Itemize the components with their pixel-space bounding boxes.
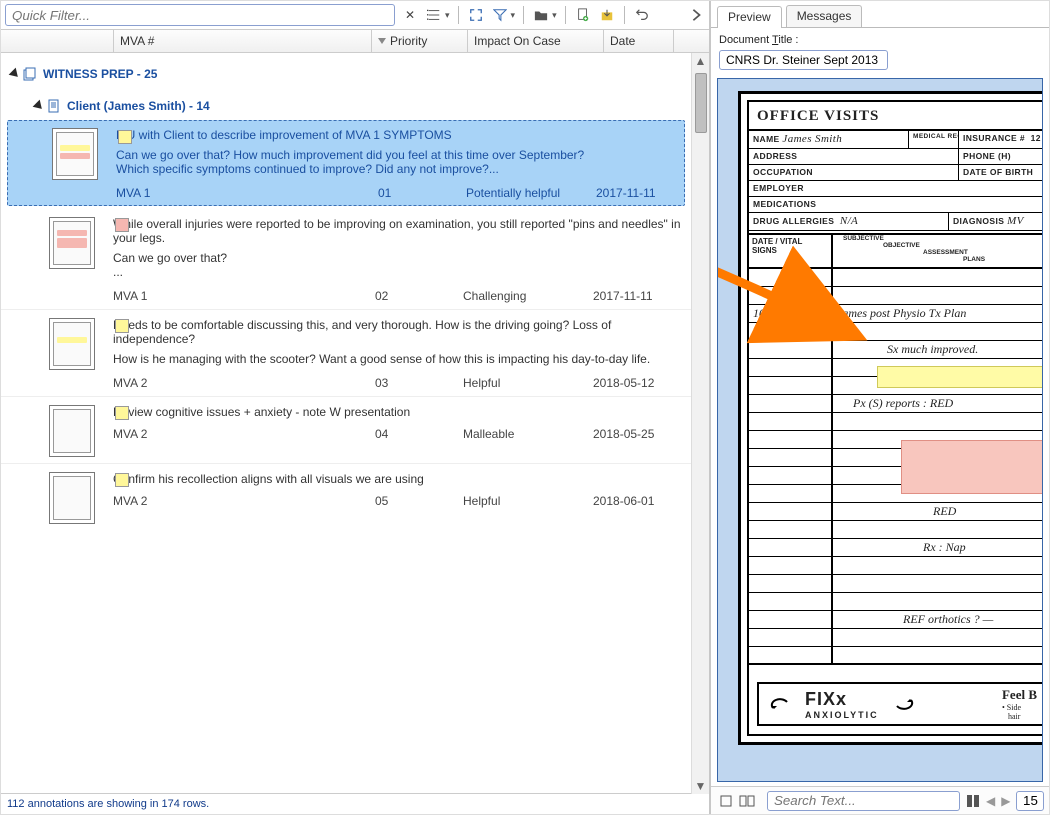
annotation-list: WITNESS PREP - 25 Client (James Smith) -… <box>1 53 709 794</box>
flag-icon[interactable] <box>115 406 129 420</box>
col-priority[interactable]: Priority <box>372 30 468 52</box>
annotation-body: How is he managing with the scooter? Wan… <box>113 352 681 366</box>
annotation-body: Can we go over that? ... <box>113 251 681 279</box>
dropdown-caret-icon[interactable]: ▾ <box>511 10 516 21</box>
preview-viewport[interactable]: OFFICE VISITS NAME James Smith MEDICAL R… <box>717 78 1043 782</box>
highlight-yellow <box>877 366 1043 388</box>
annotation-title: While overall injuries were reported to … <box>113 217 681 245</box>
doc-title-input[interactable] <box>719 50 888 70</box>
page-thumbnail[interactable] <box>49 472 95 524</box>
status-bar: 112 annotations are showing in 174 rows. <box>1 794 709 814</box>
page-thumbnail[interactable] <box>52 128 98 180</box>
dropdown-caret-icon[interactable]: ▾ <box>445 10 450 21</box>
annotation-row[interactable]: Needs to be comfortable discussing this,… <box>1 310 691 397</box>
recycle-arrow-icon <box>893 696 915 712</box>
collapse-triangle-icon[interactable] <box>9 68 22 81</box>
form-header: OFFICE VISITS <box>749 102 1043 131</box>
preview-bottom-bar: ◀ ▶ ◀ <box>711 786 1049 814</box>
group-label: WITNESS PREP - 25 <box>43 67 157 81</box>
annotation-meta: MVA 101Potentially helpful2017-11-11 <box>116 186 676 200</box>
col-date[interactable]: Date <box>604 30 674 52</box>
date-vital-header: DATE / VITAL SIGNS <box>749 235 833 267</box>
annotation-title: Confirm his recollection aligns with all… <box>113 472 681 486</box>
recycle-arrow-icon <box>769 696 791 712</box>
tab-messages[interactable]: Messages <box>786 5 863 27</box>
dropdown-caret-icon[interactable]: ▾ <box>552 10 557 21</box>
annotation-title: Needs to be comfortable discussing this,… <box>113 318 681 346</box>
flag-icon[interactable] <box>115 218 129 232</box>
group-root[interactable]: WITNESS PREP - 25 <box>1 53 691 85</box>
preview-page: OFFICE VISITS NAME James Smith MEDICAL R… <box>738 91 1043 745</box>
single-page-icon[interactable] <box>719 792 733 810</box>
undo-icon[interactable] <box>633 6 651 24</box>
scroll-thumb[interactable] <box>695 73 707 133</box>
prev-page-icon[interactable]: ◀ <box>986 792 995 810</box>
preview-search-input[interactable] <box>767 791 960 811</box>
col-mva[interactable]: MVA # <box>114 30 372 52</box>
next-page-icon[interactable] <box>687 6 705 24</box>
group-label: Client (James Smith) - 14 <box>67 99 210 113</box>
annotation-meta: MVA 205Helpful2018-06-01 <box>113 494 681 508</box>
group-client[interactable]: Client (James Smith) - 14 <box>1 85 691 117</box>
annotation-title: F/U with Client to describe improvement … <box>116 128 676 142</box>
annotation-meta: MVA 203Helpful2018-05-12 <box>113 376 681 390</box>
annotation-row[interactable]: Confirm his recollection aligns with all… <box>1 464 691 530</box>
document-stack-icon <box>23 67 37 81</box>
new-note-icon[interactable] <box>574 6 592 24</box>
page-thumbnail[interactable] <box>49 405 95 457</box>
annotation-row[interactable]: Review cognitive issues + anxiety - note… <box>1 397 691 464</box>
page-number-input[interactable] <box>1016 791 1044 811</box>
clear-filter-icon[interactable]: ✕ <box>401 6 419 24</box>
list-view-icon[interactable] <box>425 6 443 24</box>
flag-icon[interactable] <box>118 130 132 144</box>
scroll-down-icon[interactable]: ▼ <box>693 778 709 794</box>
annotation-row[interactable]: While overall injuries were reported to … <box>1 209 691 310</box>
two-page-icon[interactable] <box>739 792 755 810</box>
flag-icon[interactable] <box>115 319 129 333</box>
flag-icon[interactable] <box>115 473 129 487</box>
quick-filter-input[interactable] <box>5 4 395 26</box>
page-thumbnail[interactable] <box>49 217 95 269</box>
column-headers: MVA # Priority Impact On Case Date <box>1 29 709 53</box>
preview-panel: Preview Messages Document Title : OFFICE… <box>711 1 1049 814</box>
annotations-panel: ✕ ▾ ▾ ▾ <box>1 1 711 814</box>
col-blank[interactable] <box>1 30 114 52</box>
find-icon[interactable] <box>966 792 980 810</box>
preview-tabs: Preview Messages <box>711 1 1049 28</box>
col-impact[interactable]: Impact On Case <box>468 30 604 52</box>
annotation-row[interactable]: F/U with Client to describe improvement … <box>7 120 685 206</box>
scroll-up-icon[interactable]: ▲ <box>693 53 709 69</box>
annotation-title: Review cognitive issues + anxiety - note… <box>113 405 681 419</box>
tab-preview[interactable]: Preview <box>717 6 782 28</box>
annotation-meta: MVA 204Malleable2018-05-25 <box>113 427 681 441</box>
annotation-body: Can we go over that? How much improvemen… <box>116 148 676 176</box>
doc-title-label: Document Title : <box>719 34 799 46</box>
page-thumbnail[interactable] <box>49 318 95 370</box>
filter-funnel-icon[interactable] <box>491 6 509 24</box>
annotation-meta: MVA 102Challenging2017-11-11 <box>113 289 681 303</box>
folder-icon[interactable] <box>532 6 550 24</box>
expand-icon[interactable] <box>467 6 485 24</box>
footer-ad: FIXx ANXIOLYTIC Feel B • Sidehair <box>757 682 1043 726</box>
document-icon <box>47 99 61 113</box>
import-icon[interactable] <box>598 6 616 24</box>
next-page-icon[interactable]: ▶ <box>1001 792 1010 810</box>
vertical-scrollbar[interactable]: ▲ ▼ <box>691 53 709 794</box>
annotations-toolbar: ✕ ▾ ▾ ▾ <box>1 1 709 29</box>
collapse-triangle-icon[interactable] <box>33 100 46 113</box>
highlight-pink <box>901 440 1043 494</box>
